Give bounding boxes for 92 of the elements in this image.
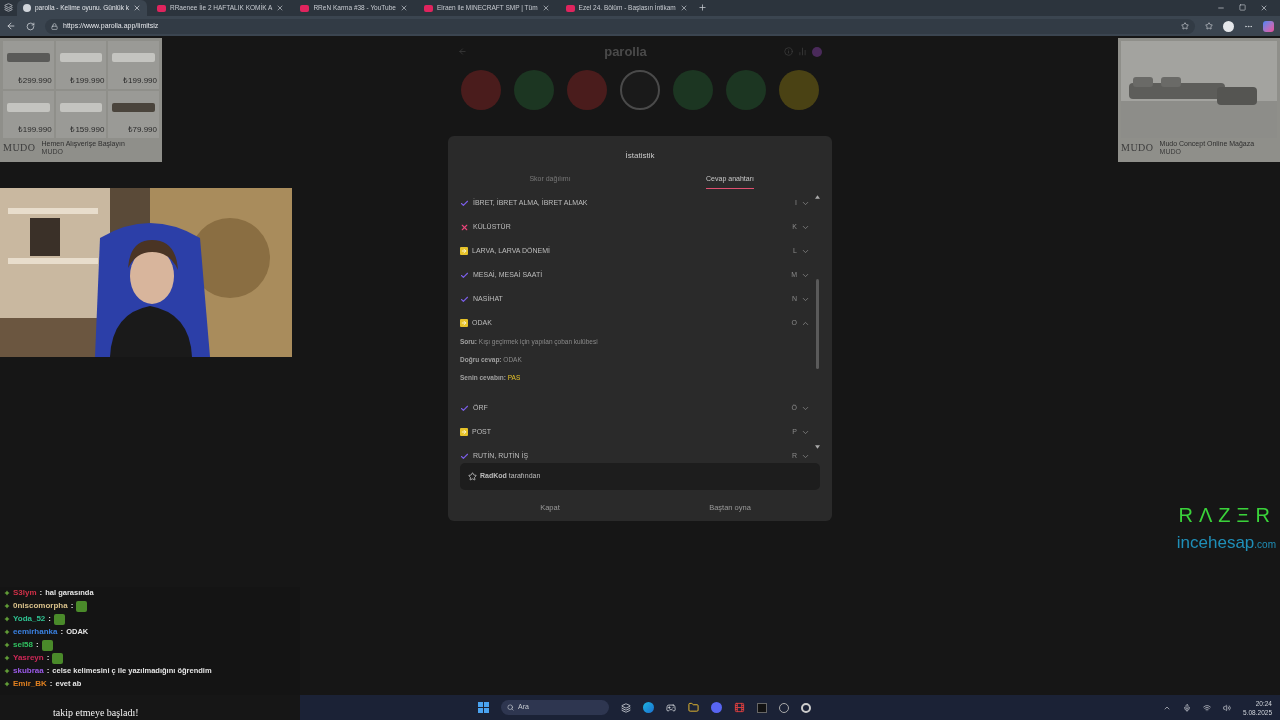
close-icon[interactable]	[541, 4, 550, 12]
close-icon[interactable]	[1260, 4, 1268, 12]
skip-icon	[460, 247, 468, 255]
check-icon	[460, 451, 469, 461]
badge-icon	[4, 642, 10, 648]
minimize-icon[interactable]	[1217, 4, 1225, 12]
video-icon	[565, 4, 575, 12]
skip-icon	[460, 319, 468, 327]
favorite-icon[interactable]	[1181, 22, 1189, 30]
microphone-icon[interactable]	[1183, 703, 1192, 712]
folder-icon[interactable]	[688, 702, 699, 713]
chat-username[interactable]: S3lym	[13, 587, 37, 599]
chat-separator: :	[49, 678, 53, 690]
sponsor-logo: RΛZΞR	[1178, 503, 1276, 528]
sofa-icon	[112, 102, 155, 112]
follow-message: takip etmeye başladı!	[53, 706, 139, 720]
site-icon	[23, 4, 31, 12]
chat-username[interactable]: Yoda_52	[13, 613, 46, 625]
dialog-title: İstatistik	[624, 149, 656, 162]
chat-username[interactable]: skubraa	[13, 665, 44, 677]
profile-avatar[interactable]	[1223, 20, 1234, 32]
volume-icon[interactable]	[1223, 703, 1232, 712]
tab-actions-icon[interactable]	[4, 3, 13, 12]
chat-username[interactable]: sel58	[13, 639, 34, 651]
sofa-icon	[59, 102, 103, 112]
chat-separator: :	[70, 600, 74, 612]
check-icon	[460, 294, 469, 304]
sofa-icon	[59, 53, 103, 62]
new-tab-icon[interactable]	[697, 3, 707, 12]
chat-username[interactable]: Yasreyn	[13, 652, 44, 664]
skip-icon	[460, 428, 468, 437]
product-tile[interactable]: ₺79.990	[108, 90, 159, 138]
check-icon	[460, 270, 469, 280]
refresh-icon[interactable]	[26, 21, 35, 31]
scroll-up-icon[interactable]	[814, 195, 820, 199]
price-label: ₺79.990	[127, 124, 157, 136]
chat-username[interactable]: 0niscomorpha	[13, 600, 68, 612]
product-tile[interactable]: ₺199.990	[108, 41, 159, 89]
chat-separator: :	[36, 639, 39, 651]
price-label: ₺199.990	[123, 74, 157, 87]
back-icon[interactable]	[6, 21, 16, 31]
cross-icon	[460, 222, 469, 232]
scroll-down-icon[interactable]	[814, 445, 820, 449]
chat-username[interactable]: Emir_BK	[13, 678, 47, 690]
network-icon[interactable]	[1203, 703, 1212, 712]
chat-username[interactable]: eemirhanka	[13, 626, 58, 638]
close-icon[interactable]	[679, 4, 688, 12]
price-label: ₺159.990	[70, 124, 105, 136]
favorites-icon[interactable]	[1205, 22, 1213, 30]
copilot-icon[interactable]	[1263, 20, 1274, 32]
badge-icon	[4, 655, 10, 661]
chat-separator: :	[60, 626, 64, 638]
sofa-icon	[7, 102, 50, 112]
product-tile[interactable]: ₺299.990	[3, 41, 54, 89]
check-icon	[460, 403, 469, 413]
video-icon	[423, 4, 433, 12]
app-icon[interactable]	[757, 702, 767, 713]
product-tile[interactable]: ₺159.990	[55, 90, 107, 138]
start-icon[interactable]	[478, 702, 489, 713]
close-icon[interactable]	[276, 4, 285, 12]
price-label: ₺199.990	[70, 74, 105, 87]
badge-icon	[4, 629, 10, 635]
gamepad-icon[interactable]	[666, 702, 676, 713]
product-tile[interactable]: ₺199.990	[55, 41, 107, 89]
badge-icon	[4, 590, 10, 596]
price-label: ₺199.990	[17, 124, 52, 136]
video-icon	[156, 4, 166, 12]
chat-separator: :	[39, 587, 43, 599]
close-icon[interactable]	[132, 4, 141, 12]
product-tile[interactable]: ₺199.990	[3, 90, 54, 138]
task-view-icon[interactable]	[621, 702, 631, 713]
check-icon	[460, 198, 469, 208]
close-icon[interactable]	[399, 4, 408, 12]
film-icon[interactable]	[734, 702, 745, 713]
sofa-icon	[7, 53, 50, 62]
badge-icon	[4, 668, 10, 674]
lock-icon	[51, 22, 58, 30]
restore-icon[interactable]	[1239, 4, 1246, 11]
chat-separator: :	[46, 652, 50, 664]
partner-logo: incehesap.com	[1176, 532, 1276, 554]
brand-logo: MUDO	[3, 141, 36, 155]
video-icon	[300, 4, 310, 12]
brand-logo: MUDO	[1121, 141, 1154, 155]
chat-separator: :	[48, 613, 51, 625]
badge-icon	[4, 681, 10, 687]
badge-icon	[4, 603, 10, 609]
sofa-icon	[112, 53, 155, 62]
price-label: ₺299.990	[17, 74, 52, 87]
search-icon	[507, 704, 514, 711]
star-icon	[468, 472, 477, 481]
badge-icon	[4, 616, 10, 622]
chat-separator: :	[46, 665, 50, 677]
